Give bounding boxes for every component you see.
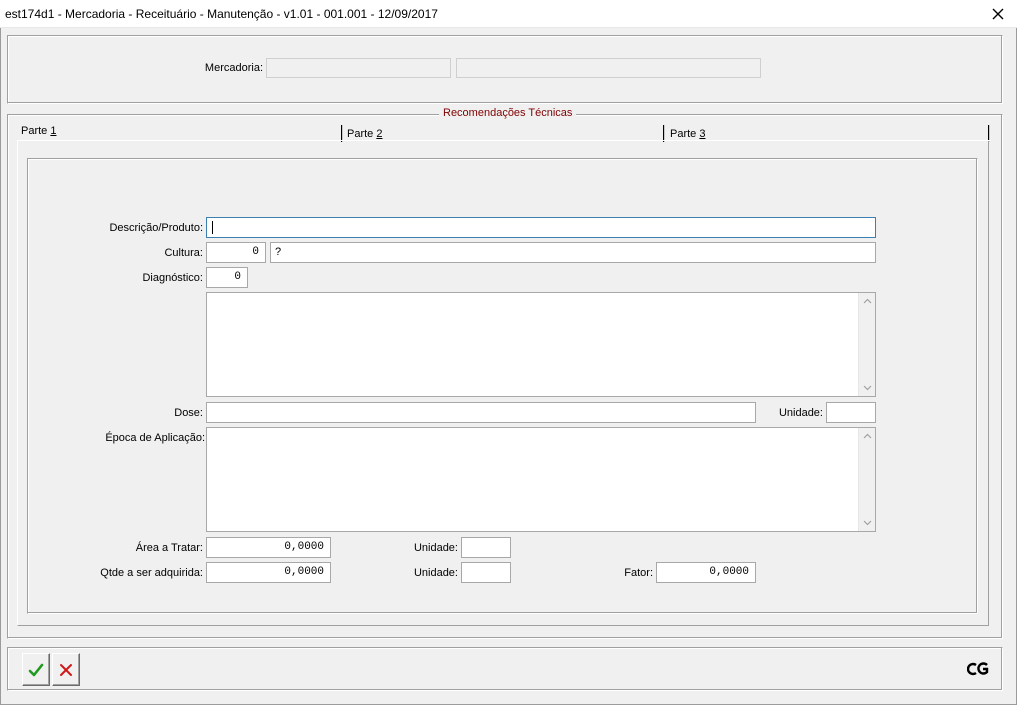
dose-unidade-label: Unidade:	[778, 407, 823, 419]
cultura-label: Cultura:	[164, 247, 203, 259]
area-label: Área a Tratar:	[135, 542, 203, 554]
area-unidade-input[interactable]	[461, 537, 511, 558]
scroll-down-icon[interactable]	[862, 517, 873, 528]
mercadoria-description-field[interactable]	[456, 58, 761, 78]
tab-label: Parte	[670, 128, 700, 140]
dose-unidade-input[interactable]	[826, 402, 876, 423]
qtde-input[interactable]: 0,0000	[206, 562, 331, 583]
scroll-up-icon[interactable]	[862, 296, 873, 307]
tab-key: 2	[376, 128, 383, 140]
qtde-label: Qtde a ser adquirida:	[100, 567, 203, 579]
diagnostico-scrollbar[interactable]	[858, 293, 875, 396]
tab-parte-1[interactable]: Parte 1	[21, 125, 56, 137]
mercadoria-code-field[interactable]	[266, 58, 451, 78]
cultura-code-input[interactable]: 0	[206, 242, 266, 263]
scroll-up-icon[interactable]	[862, 431, 873, 442]
confirm-button[interactable]	[22, 653, 50, 686]
epoca-scrollbar[interactable]	[858, 428, 875, 531]
scroll-down-icon[interactable]	[862, 382, 873, 393]
area-unidade-label: Unidade:	[413, 542, 458, 554]
qtde-unidade-label: Unidade:	[413, 567, 458, 579]
fator-input[interactable]: 0,0000	[656, 562, 756, 583]
dose-input[interactable]	[206, 402, 756, 423]
cross-icon	[60, 663, 72, 676]
mercadoria-label: Mercadoria:	[204, 62, 263, 74]
fator-label: Fator:	[624, 567, 653, 579]
tab-parte-3[interactable]: Parte 3	[670, 128, 705, 140]
close-icon[interactable]	[987, 3, 1009, 25]
tab-parte-2[interactable]: Parte 2	[347, 128, 382, 140]
title-bar: est174d1 - Mercadoria - Receituário - Ma…	[0, 0, 1017, 28]
footer-toolbar	[7, 647, 1003, 691]
qtde-unidade-input[interactable]	[461, 562, 511, 583]
brand-logo	[966, 662, 989, 676]
group-caption: Recomendações Técnicas	[439, 107, 577, 119]
area-input[interactable]: 0,0000	[206, 537, 331, 558]
epoca-label: Época de Aplicação:	[105, 432, 205, 444]
window-title: est174d1 - Mercadoria - Receituário - Ma…	[5, 7, 438, 21]
diagnostico-code-input[interactable]: 0	[206, 267, 248, 288]
tab-key: 1	[50, 125, 57, 137]
tab-key: 3	[699, 128, 706, 140]
text-caret	[212, 221, 213, 234]
tab-label: Parte	[21, 125, 51, 137]
epoca-textarea[interactable]	[206, 427, 876, 532]
descricao-input[interactable]	[206, 217, 876, 238]
diagnostico-textarea[interactable]	[206, 292, 876, 397]
dose-label: Dose:	[174, 407, 203, 419]
descricao-label: Descrição/Produto:	[109, 222, 203, 234]
tab-label: Parte	[347, 128, 377, 140]
checkmark-icon	[28, 663, 44, 676]
cultura-description-input[interactable]: ?	[270, 242, 876, 263]
cancel-button[interactable]	[52, 653, 80, 686]
diagnostico-label: Diagnóstico:	[142, 272, 203, 284]
